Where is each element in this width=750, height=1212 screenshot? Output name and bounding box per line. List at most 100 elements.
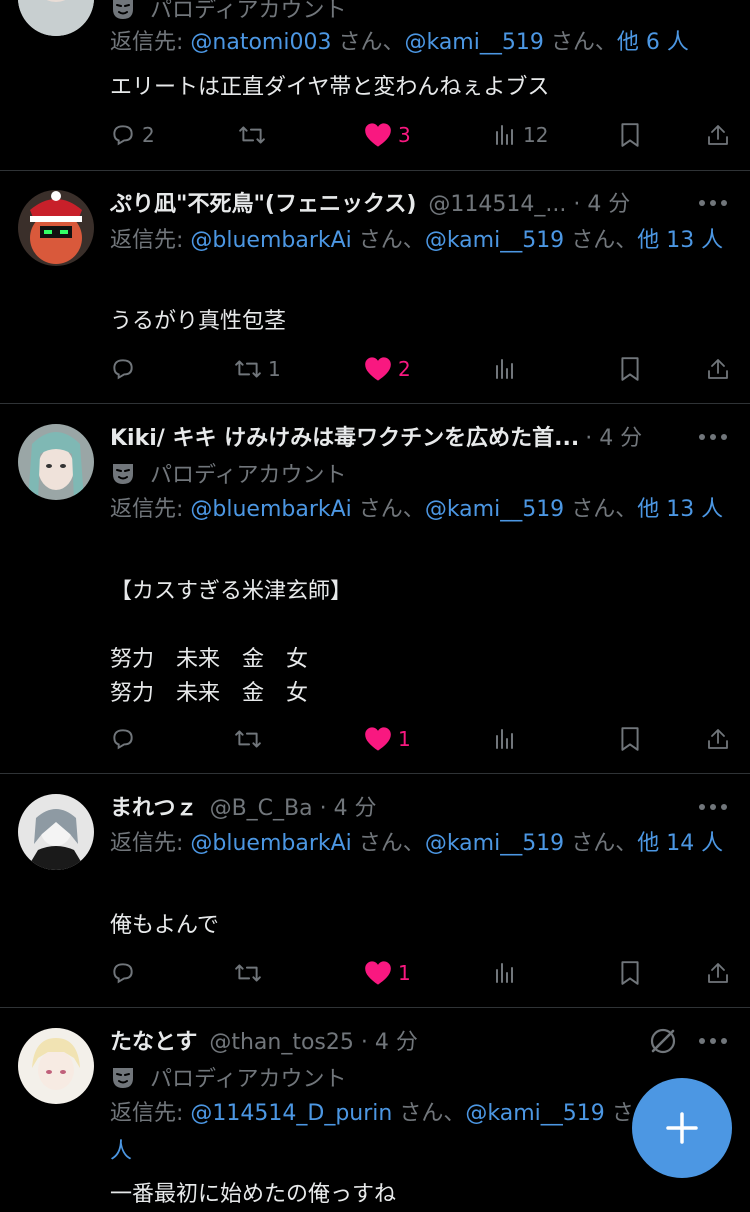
views-icon <box>496 963 513 983</box>
bookmark-button[interactable] <box>618 120 642 150</box>
avatar[interactable] <box>18 424 94 500</box>
more-button[interactable] <box>698 188 728 218</box>
mention-link[interactable]: @bluembarkAi <box>190 228 351 253</box>
bookmark-icon <box>621 357 639 381</box>
tweet-header: まれつｚ @B_C_Ba · 4 分 <box>110 788 377 824</box>
views-button[interactable] <box>493 958 517 988</box>
like-button[interactable]: 1 <box>364 724 411 754</box>
more-icon <box>699 804 727 810</box>
bookmark-button[interactable] <box>618 354 642 384</box>
more-button[interactable] <box>698 1026 728 1056</box>
handle-time: @than_tos25 · 4 分 <box>209 1030 418 1055</box>
parody-label: パロディアカウント <box>110 457 346 489</box>
bookmark-icon <box>621 727 639 751</box>
mask-icon <box>113 464 133 484</box>
mention-link[interactable]: @kami__519 <box>425 831 564 856</box>
avatar[interactable] <box>18 0 94 36</box>
parody-label: パロディアカウント <box>110 1061 346 1093</box>
tweet-text: うるがり真性包茎 <box>110 309 287 334</box>
heart-icon <box>365 961 391 985</box>
more-button[interactable] <box>698 792 728 822</box>
mention-link[interactable]: @114514_D_purin <box>190 1101 392 1126</box>
reply-to: 返信先: @bluembarkAi さん、@kami__519 さん、他 13 … <box>110 497 724 522</box>
tweet-1[interactable]: ぷり凪"不死鳥"(フェニックス) @114514_... · 4 分 返信先: … <box>0 170 750 404</box>
heart-icon <box>365 357 391 381</box>
mention-link[interactable]: @kami__519 <box>465 1101 604 1126</box>
more-icon <box>699 434 727 440</box>
retweet-button[interactable] <box>234 724 262 754</box>
reply-icon <box>113 963 133 984</box>
share-button[interactable] <box>706 120 730 150</box>
share-icon <box>708 125 728 145</box>
bookmark-button[interactable] <box>618 958 642 988</box>
reply-button[interactable] <box>110 958 136 988</box>
action-bar: 1 <box>110 958 730 988</box>
tweet-2[interactable]: Kiki/ キキ けみけみは毒ワクチンを広めた首... · 4 分 パロディアカ… <box>0 404 750 774</box>
like-button[interactable]: 2 <box>364 354 411 384</box>
avatar[interactable] <box>18 1028 94 1104</box>
grok-button[interactable] <box>648 1026 678 1056</box>
retweet-button[interactable]: 1 <box>234 354 281 384</box>
parody-text: パロディアカウント <box>150 463 347 488</box>
tweet-text: エリートは正直ダイヤ帯と変わんねぇよブス <box>110 75 550 100</box>
more-icon <box>699 1038 727 1044</box>
action-bar: 1 <box>110 724 730 754</box>
action-bar: 1 2 <box>110 354 730 384</box>
views-icon <box>496 125 513 145</box>
retweet-icon <box>235 360 261 378</box>
retweet-button[interactable] <box>234 958 262 988</box>
reply-button[interactable] <box>110 354 142 384</box>
share-icon <box>708 729 728 749</box>
tweet-3[interactable]: まれつｚ @B_C_Ba · 4 分 返信先: @bluembarkAi さん、… <box>0 774 750 1008</box>
bookmark-button[interactable] <box>618 724 642 754</box>
share-button[interactable] <box>706 958 730 988</box>
views-icon <box>496 729 513 749</box>
retweet-button[interactable] <box>238 120 272 150</box>
views-button[interactable] <box>493 354 517 384</box>
reply-icon <box>113 359 133 380</box>
handle-time: @114514_... · 4 分 <box>428 192 631 217</box>
share-button[interactable] <box>706 724 730 754</box>
mention-link[interactable]: @bluembarkAi <box>190 831 351 856</box>
compose-button[interactable] <box>632 1078 732 1178</box>
like-button[interactable]: 3 <box>364 120 411 150</box>
mask-icon <box>113 0 133 19</box>
like-button[interactable]: 1 <box>364 958 411 988</box>
display-name[interactable]: Kiki/ キキ けみけみは毒ワクチンを広めた首... <box>110 420 579 452</box>
grok-icon <box>650 1028 676 1054</box>
bookmark-icon <box>621 961 639 985</box>
mention-link[interactable]: @kami__519 <box>425 497 564 522</box>
retweet-icon <box>235 964 261 982</box>
views-button[interactable]: 12 <box>493 120 548 150</box>
heart-icon <box>365 727 391 751</box>
reply-button[interactable] <box>110 724 136 754</box>
display-name[interactable]: たなとす <box>110 1024 197 1056</box>
share-icon <box>708 963 728 983</box>
handle-time: · 4 分 <box>585 426 643 451</box>
share-button[interactable] <box>706 354 730 384</box>
share-icon <box>708 359 728 379</box>
tweet-0[interactable]: パロディアカウント 返信先: @natomi003 さん、@kami__519 … <box>0 0 750 171</box>
mention-link[interactable]: @kami__519 <box>404 30 543 55</box>
others-link[interactable]: 他 13 人 <box>637 497 723 522</box>
reply-icon <box>113 125 133 146</box>
display-name[interactable]: まれつｚ <box>110 790 198 822</box>
heart-icon <box>365 123 391 147</box>
mention-link[interactable]: @kami__519 <box>425 228 564 253</box>
parody-label: パロディアカウント <box>110 0 346 24</box>
mention-link[interactable]: @bluembarkAi <box>190 497 351 522</box>
avatar[interactable] <box>18 794 94 870</box>
tweet-header: たなとす @than_tos25 · 4 分 <box>110 1022 418 1058</box>
views-icon <box>496 359 513 379</box>
avatar[interactable] <box>18 190 94 266</box>
views-button[interactable] <box>493 724 517 754</box>
bookmark-icon <box>621 123 639 147</box>
parody-text: パロディアカウント <box>150 1067 347 1092</box>
reply-button[interactable]: 2 <box>110 120 155 150</box>
others-link[interactable]: 他 13 人 <box>637 228 723 253</box>
display-name[interactable]: ぷり凪"不死鳥"(フェニックス) <box>110 186 416 218</box>
others-link[interactable]: 他 14 人 <box>637 831 723 856</box>
more-button[interactable] <box>698 422 728 452</box>
mention-link[interactable]: @natomi003 <box>190 30 331 55</box>
others-link[interactable]: 他 6 人 <box>617 30 689 55</box>
